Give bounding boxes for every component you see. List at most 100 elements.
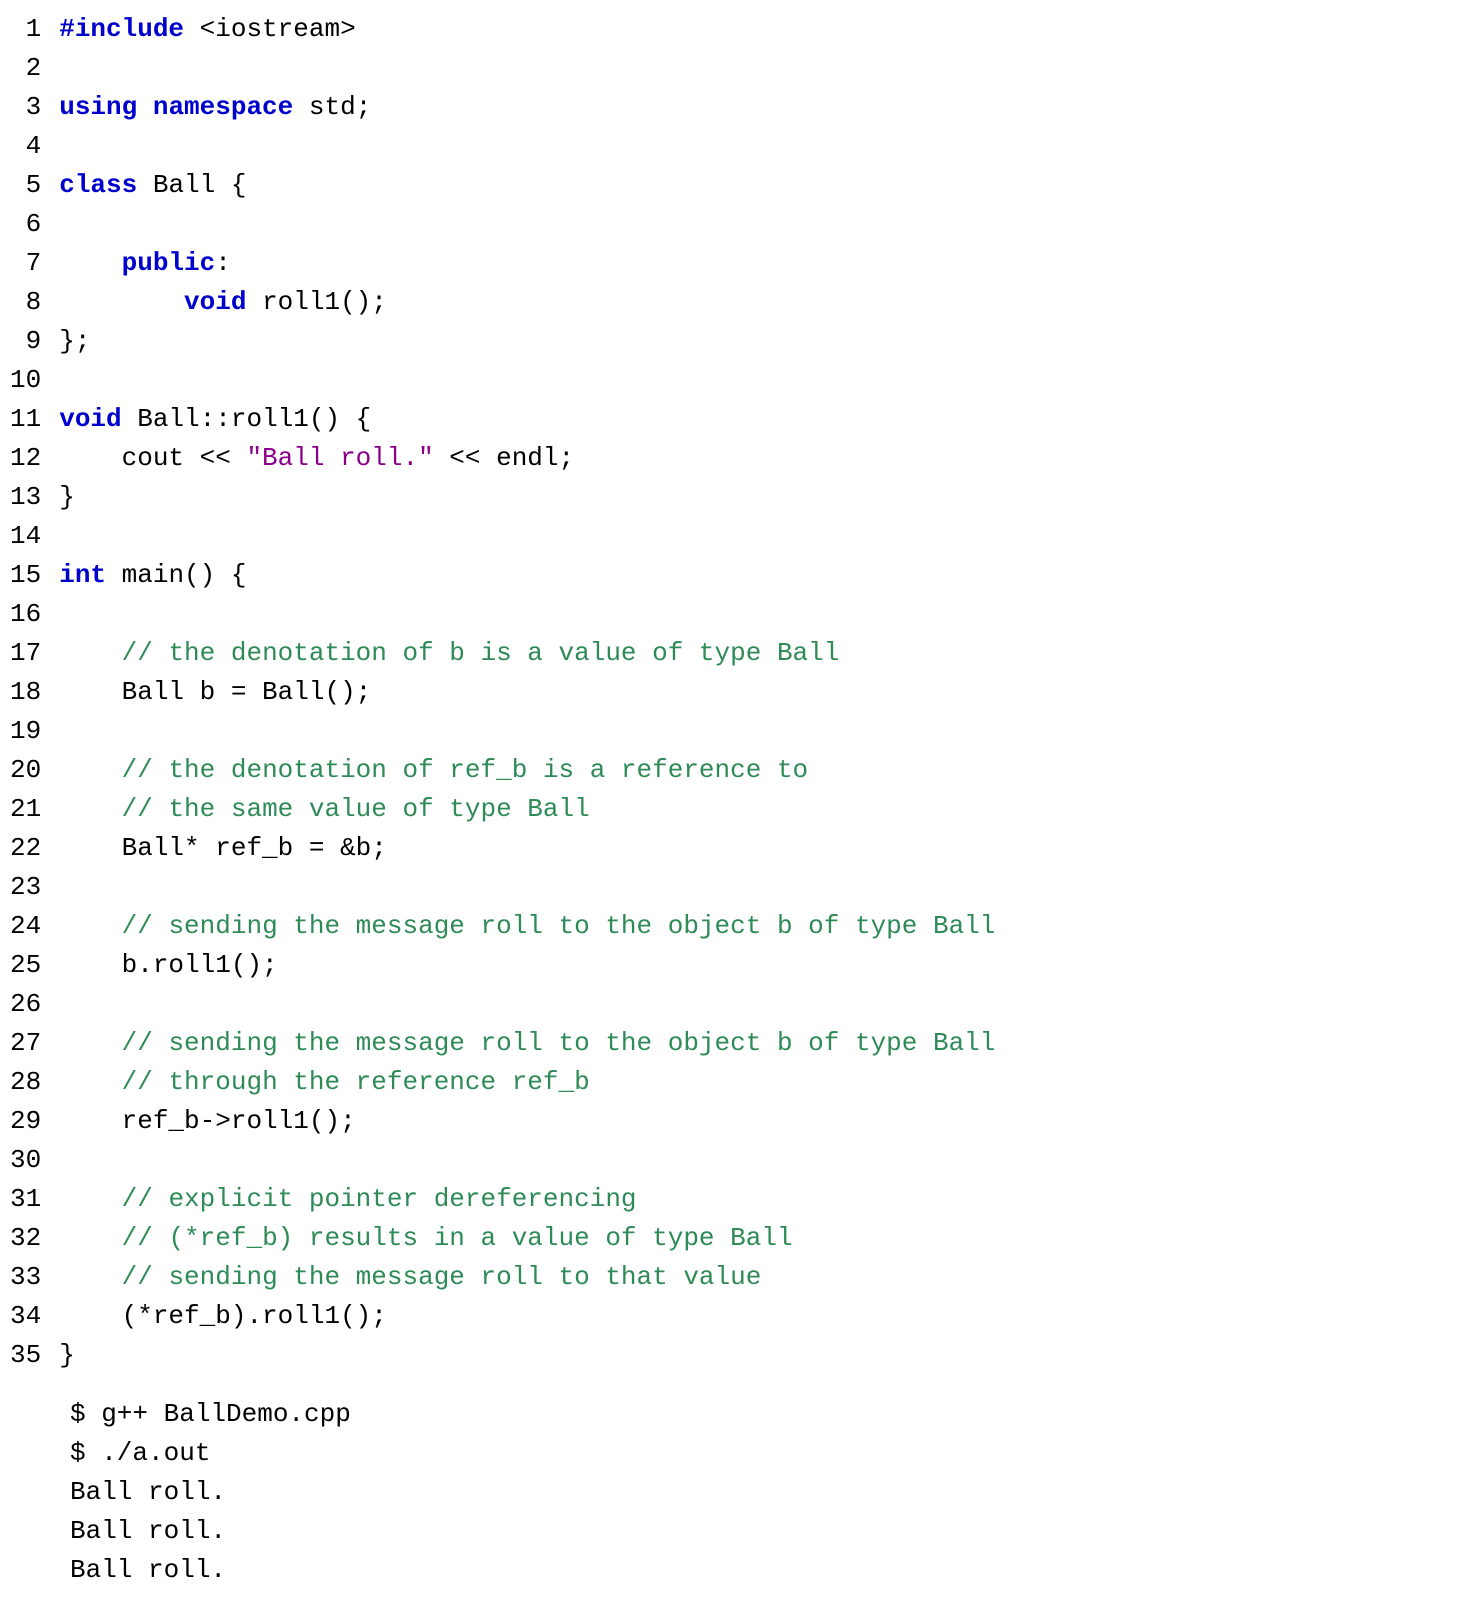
code-line: };	[59, 322, 1470, 361]
code-line	[59, 49, 1470, 88]
code-line: void roll1();	[59, 283, 1470, 322]
line-number: 24	[10, 907, 41, 946]
code-token: namespace	[153, 92, 293, 122]
code-token: cout <<	[59, 443, 246, 473]
code-line	[59, 1141, 1470, 1180]
code-token: (*ref_b).roll1();	[59, 1301, 387, 1331]
line-number: 3	[10, 88, 41, 127]
code-token: // (*ref_b) results in a value of type B…	[122, 1223, 793, 1253]
code-token: "Ball roll."	[246, 443, 433, 473]
line-number: 22	[10, 829, 41, 868]
code-token: // through the reference ref_b	[122, 1067, 590, 1097]
code-token	[59, 1184, 121, 1214]
code-token: Ball {	[137, 170, 246, 200]
code-token: // the same value of type Ball	[122, 794, 590, 824]
line-number: 10	[10, 361, 41, 400]
code-token: void	[59, 404, 121, 434]
line-number: 2	[10, 49, 41, 88]
terminal-line: Ball roll.	[70, 1512, 1470, 1551]
code-line: class Ball {	[59, 166, 1470, 205]
line-number: 29	[10, 1102, 41, 1141]
code-line: // the denotation of b is a value of typ…	[59, 634, 1470, 673]
code-line: Ball b = Ball();	[59, 673, 1470, 712]
code-line: public:	[59, 244, 1470, 283]
code-line: (*ref_b).roll1();	[59, 1297, 1470, 1336]
code-token: // sending the message roll to that valu…	[122, 1262, 762, 1292]
code-line: ref_b->roll1();	[59, 1102, 1470, 1141]
code-token: Ball b = Ball();	[59, 677, 371, 707]
code-token: void	[184, 287, 246, 317]
line-number: 11	[10, 400, 41, 439]
line-number: 13	[10, 478, 41, 517]
code-token: main() {	[106, 560, 246, 590]
code-line: using namespace std;	[59, 88, 1470, 127]
code-token: roll1();	[246, 287, 386, 317]
terminal-line: Ball roll.	[70, 1473, 1470, 1512]
code-token: Ball::roll1() {	[122, 404, 372, 434]
code-token	[59, 1262, 121, 1292]
code-token	[59, 911, 121, 941]
code-line	[59, 205, 1470, 244]
line-number: 31	[10, 1180, 41, 1219]
line-number: 5	[10, 166, 41, 205]
terminal-line: Ball roll.	[70, 1551, 1470, 1590]
code-line: // (*ref_b) results in a value of type B…	[59, 1219, 1470, 1258]
code-line	[59, 361, 1470, 400]
code-line: int main() {	[59, 556, 1470, 595]
line-number: 33	[10, 1258, 41, 1297]
line-number: 8	[10, 283, 41, 322]
code-line: // sending the message roll to the objec…	[59, 1024, 1470, 1063]
code-line: // sending the message roll to that valu…	[59, 1258, 1470, 1297]
line-number: 28	[10, 1063, 41, 1102]
code-line: b.roll1();	[59, 946, 1470, 985]
code-token: // the denotation of b is a value of typ…	[122, 638, 840, 668]
code-token: ref_b->roll1();	[59, 1106, 355, 1136]
code-token: Ball* ref_b = &b;	[59, 833, 387, 863]
code-token: using	[59, 92, 137, 122]
line-number: 21	[10, 790, 41, 829]
line-number-gutter: 1234567891011121314151617181920212223242…	[0, 10, 59, 1375]
terminal-output: $ g++ BallDemo.cpp$ ./a.outBall roll.Bal…	[0, 1375, 1470, 1590]
code-token: public	[122, 248, 216, 278]
code-token	[59, 248, 121, 278]
code-token: // sending the message roll to the objec…	[122, 1028, 996, 1058]
code-listing: 1234567891011121314151617181920212223242…	[0, 10, 1470, 1375]
code-line: Ball* ref_b = &b;	[59, 829, 1470, 868]
code-token	[59, 794, 121, 824]
code-line	[59, 595, 1470, 634]
code-token	[59, 287, 184, 317]
code-line: #include <iostream>	[59, 10, 1470, 49]
code-line: void Ball::roll1() {	[59, 400, 1470, 439]
terminal-line: $ ./a.out	[70, 1434, 1470, 1473]
code-line	[59, 517, 1470, 556]
line-number: 19	[10, 712, 41, 751]
code-line	[59, 868, 1470, 907]
line-number: 12	[10, 439, 41, 478]
code-line: cout << "Ball roll." << endl;	[59, 439, 1470, 478]
line-number: 25	[10, 946, 41, 985]
code-token: // explicit pointer dereferencing	[122, 1184, 637, 1214]
line-number: 34	[10, 1297, 41, 1336]
line-number: 30	[10, 1141, 41, 1180]
code-token	[59, 1028, 121, 1058]
line-number: 18	[10, 673, 41, 712]
line-number: 14	[10, 517, 41, 556]
code-token: std;	[293, 92, 371, 122]
line-number: 15	[10, 556, 41, 595]
code-token: << endl;	[434, 443, 574, 473]
code-line: // explicit pointer dereferencing	[59, 1180, 1470, 1219]
code-token: <iostream>	[184, 14, 356, 44]
code-token: // sending the message roll to the objec…	[122, 911, 996, 941]
code-token: class	[59, 170, 137, 200]
code-line: }	[59, 1336, 1470, 1375]
line-number: 20	[10, 751, 41, 790]
code-line	[59, 985, 1470, 1024]
code-token: int	[59, 560, 106, 590]
code-token: }	[59, 482, 75, 512]
terminal-line: $ g++ BallDemo.cpp	[70, 1395, 1470, 1434]
code-line: }	[59, 478, 1470, 517]
line-number: 27	[10, 1024, 41, 1063]
code-token: // the denotation of ref_b is a referenc…	[122, 755, 809, 785]
code-token: };	[59, 326, 90, 356]
line-number: 35	[10, 1336, 41, 1375]
